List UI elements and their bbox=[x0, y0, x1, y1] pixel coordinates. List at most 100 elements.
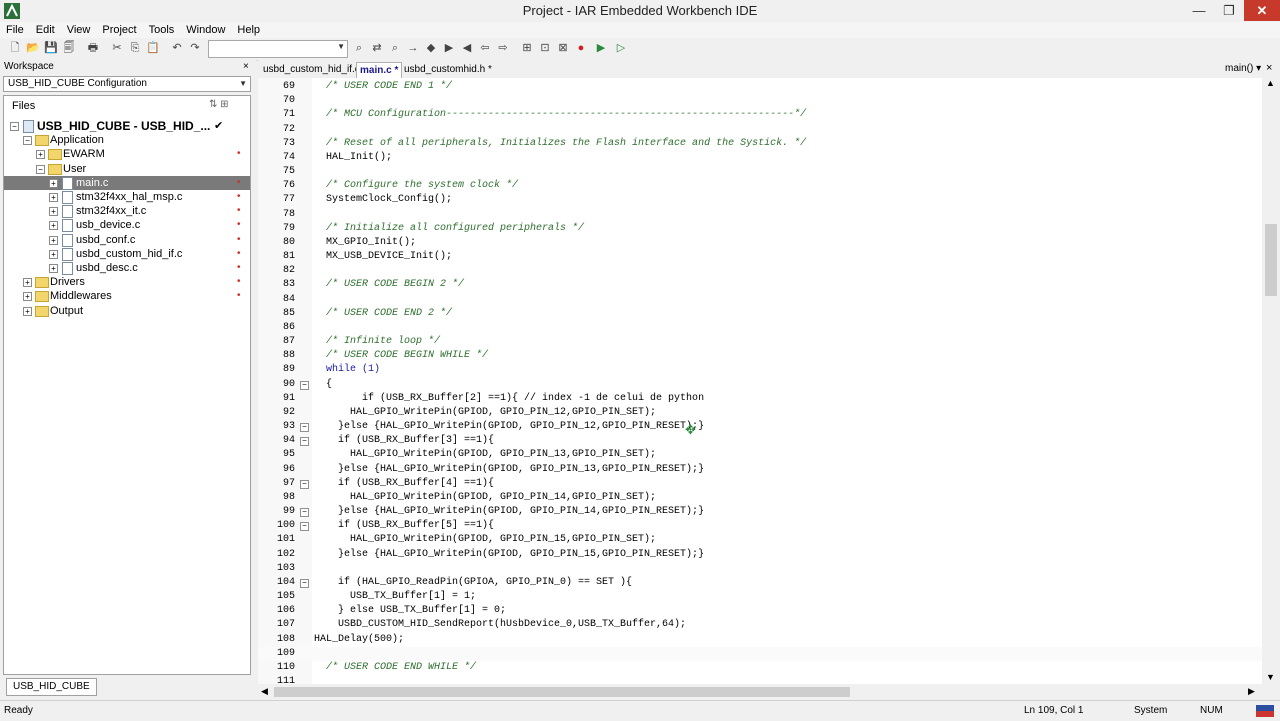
tree-item[interactable]: + Middlewares • bbox=[4, 289, 250, 303]
vertical-scrollbar[interactable]: ▲ ▼ bbox=[1262, 78, 1280, 684]
scroll-up-icon[interactable]: ▲ bbox=[1266, 78, 1275, 88]
find-combo[interactable]: ▼ bbox=[208, 40, 348, 58]
tree-item[interactable]: + EWARM • bbox=[4, 147, 250, 161]
fold-icon[interactable]: − bbox=[300, 437, 309, 447]
line-number: 90 bbox=[282, 378, 295, 390]
menu-tools[interactable]: Tools bbox=[143, 22, 181, 38]
tree-item[interactable]: + Output bbox=[4, 304, 250, 318]
new-file-icon[interactable]: 🗋 bbox=[8, 41, 22, 55]
collapse-icon[interactable]: − bbox=[10, 122, 19, 131]
paste-icon[interactable]: 📋 bbox=[146, 41, 160, 55]
scroll-down-icon[interactable]: ▼ bbox=[1266, 672, 1275, 682]
fold-icon[interactable]: − bbox=[300, 423, 309, 433]
scroll-right-icon[interactable]: ▶ bbox=[1248, 686, 1255, 697]
redo-icon[interactable]: ↷ bbox=[188, 41, 202, 55]
tree-item[interactable]: + Drivers • bbox=[4, 275, 250, 289]
make-icon[interactable]: ⊡ bbox=[538, 41, 552, 55]
copy-icon[interactable]: ⎘ bbox=[128, 41, 142, 55]
open-icon[interactable]: 📂 bbox=[26, 41, 40, 55]
compile-icon[interactable]: ⊞ bbox=[520, 41, 534, 55]
tree-item[interactable]: + stm32f4xx_it.c • bbox=[4, 204, 250, 219]
tree-item[interactable]: + usbd_desc.c • bbox=[4, 261, 250, 275]
tree-item[interactable]: + usbd_conf.c • bbox=[4, 233, 250, 247]
horizontal-scrollbar[interactable]: ◀ ▶ bbox=[258, 684, 1262, 700]
expand-icon[interactable]: + bbox=[49, 193, 58, 202]
tree-item[interactable]: + main.c • bbox=[4, 175, 250, 190]
menu-view[interactable]: View bbox=[61, 22, 97, 38]
fold-icon[interactable]: − bbox=[300, 479, 309, 489]
configuration-select[interactable]: USB_HID_CUBE Configuration ▼ bbox=[3, 76, 251, 92]
menu-help[interactable]: Help bbox=[231, 22, 266, 38]
undo-icon[interactable]: ↶ bbox=[170, 41, 184, 55]
navigate-forward-icon[interactable]: ⇨ bbox=[496, 41, 510, 55]
restore-button[interactable]: ❐ bbox=[1214, 0, 1244, 21]
code-line: 81 MX_USB_DEVICE_Init(); bbox=[258, 250, 1262, 264]
tab-usbd-custom-hid-if[interactable]: usbd_custom_hid_if.c * bbox=[260, 62, 369, 77]
fold-icon[interactable]: − bbox=[300, 578, 309, 588]
save-all-icon[interactable]: 🗐 bbox=[62, 41, 76, 55]
close-button[interactable]: ✕ bbox=[1244, 0, 1280, 21]
scroll-left-icon[interactable]: ◀ bbox=[261, 686, 268, 697]
vertical-scroll-thumb[interactable] bbox=[1265, 224, 1277, 296]
tree-item[interactable]: − User bbox=[4, 162, 250, 176]
expand-icon[interactable]: + bbox=[49, 178, 58, 188]
expand-icon[interactable]: + bbox=[49, 221, 58, 231]
expand-icon[interactable]: + bbox=[23, 292, 32, 302]
replace-icon[interactable]: ⇄ bbox=[370, 41, 384, 55]
code-line: 76 /* Configure the system clock */ bbox=[258, 179, 1262, 193]
find-icon[interactable]: ⌕ bbox=[352, 41, 366, 55]
menu-project[interactable]: Project bbox=[96, 22, 142, 38]
close-editor-icon[interactable]: × bbox=[1266, 62, 1272, 74]
horizontal-scroll-thumb[interactable] bbox=[274, 687, 850, 697]
chevron-down-icon[interactable]: ▼ bbox=[337, 42, 345, 51]
expand-icon[interactable]: + bbox=[49, 249, 58, 259]
expand-icon[interactable]: + bbox=[49, 207, 58, 217]
expand-icon[interactable]: + bbox=[23, 306, 32, 316]
workspace-project-tab[interactable]: USB_HID_CUBE bbox=[6, 678, 97, 696]
collapse-icon[interactable]: − bbox=[23, 136, 32, 146]
tab-usbd-customhid-h[interactable]: usbd_customhid.h * bbox=[401, 62, 495, 77]
code-line: 90− { bbox=[258, 378, 1262, 392]
expand-icon[interactable]: + bbox=[49, 264, 58, 273]
tree-item[interactable]: − Application bbox=[4, 133, 250, 147]
chevron-down-icon[interactable]: ▼ bbox=[239, 77, 247, 91]
goto-icon[interactable]: → bbox=[406, 41, 420, 55]
tree-item[interactable]: − USB_HID_CUBE - USB_HID_... ✔ bbox=[4, 119, 250, 133]
collapse-icon[interactable]: − bbox=[36, 164, 45, 174]
code-text: /* Infinite loop */ bbox=[314, 336, 441, 348]
download-debug-icon[interactable]: ▶ bbox=[594, 41, 608, 55]
code-line: 111 bbox=[258, 675, 1262, 684]
expand-icon[interactable]: + bbox=[49, 235, 58, 245]
tab-main-c[interactable]: main.c * bbox=[356, 62, 403, 78]
cut-icon[interactable]: ✂ bbox=[110, 41, 124, 55]
minimize-button[interactable]: — bbox=[1184, 0, 1214, 21]
expand-icon[interactable]: + bbox=[23, 278, 32, 288]
modified-marker: • bbox=[237, 176, 241, 188]
save-icon[interactable]: 💾 bbox=[44, 41, 58, 55]
menu-file[interactable]: File bbox=[0, 22, 30, 38]
bookmark-icon[interactable]: ◆ bbox=[424, 41, 438, 55]
prev-bookmark-icon[interactable]: ◀ bbox=[460, 41, 474, 55]
print-icon[interactable]: 🖶 bbox=[86, 41, 100, 55]
fold-icon[interactable]: − bbox=[300, 380, 309, 390]
next-bookmark-icon[interactable]: ▶ bbox=[442, 41, 456, 55]
breakpoint-icon[interactable]: ● bbox=[574, 41, 588, 55]
tree-item[interactable]: + stm32f4xx_hal_msp.c • bbox=[4, 190, 250, 204]
find-in-files-icon[interactable]: ⌕ bbox=[388, 41, 402, 55]
menu-window[interactable]: Window bbox=[180, 22, 231, 38]
expand-icon[interactable]: + bbox=[36, 150, 45, 160]
code-editor[interactable]: 69 /* USER CODE END 1 */70 71 /* MCU Conf… bbox=[258, 78, 1262, 684]
function-selector[interactable]: main() ▾ bbox=[1225, 63, 1261, 74]
menu-edit[interactable]: Edit bbox=[30, 22, 61, 38]
fold-icon[interactable]: − bbox=[300, 522, 309, 532]
stop-build-icon[interactable]: ⊠ bbox=[556, 41, 570, 55]
workspace-close-icon[interactable]: × bbox=[243, 60, 249, 74]
debug-icon[interactable]: ▷ bbox=[614, 41, 628, 55]
fold-icon[interactable]: − bbox=[300, 508, 309, 518]
navigate-back-icon[interactable]: ⇦ bbox=[478, 41, 492, 55]
tree-item[interactable]: + usbd_custom_hid_if.c • bbox=[4, 247, 250, 261]
code-line: 78 bbox=[258, 208, 1262, 222]
files-column-icons[interactable]: ⇅ ⊞ bbox=[209, 99, 229, 110]
tree-item[interactable]: + usb_device.c • bbox=[4, 218, 250, 233]
c-file-icon bbox=[62, 233, 73, 247]
